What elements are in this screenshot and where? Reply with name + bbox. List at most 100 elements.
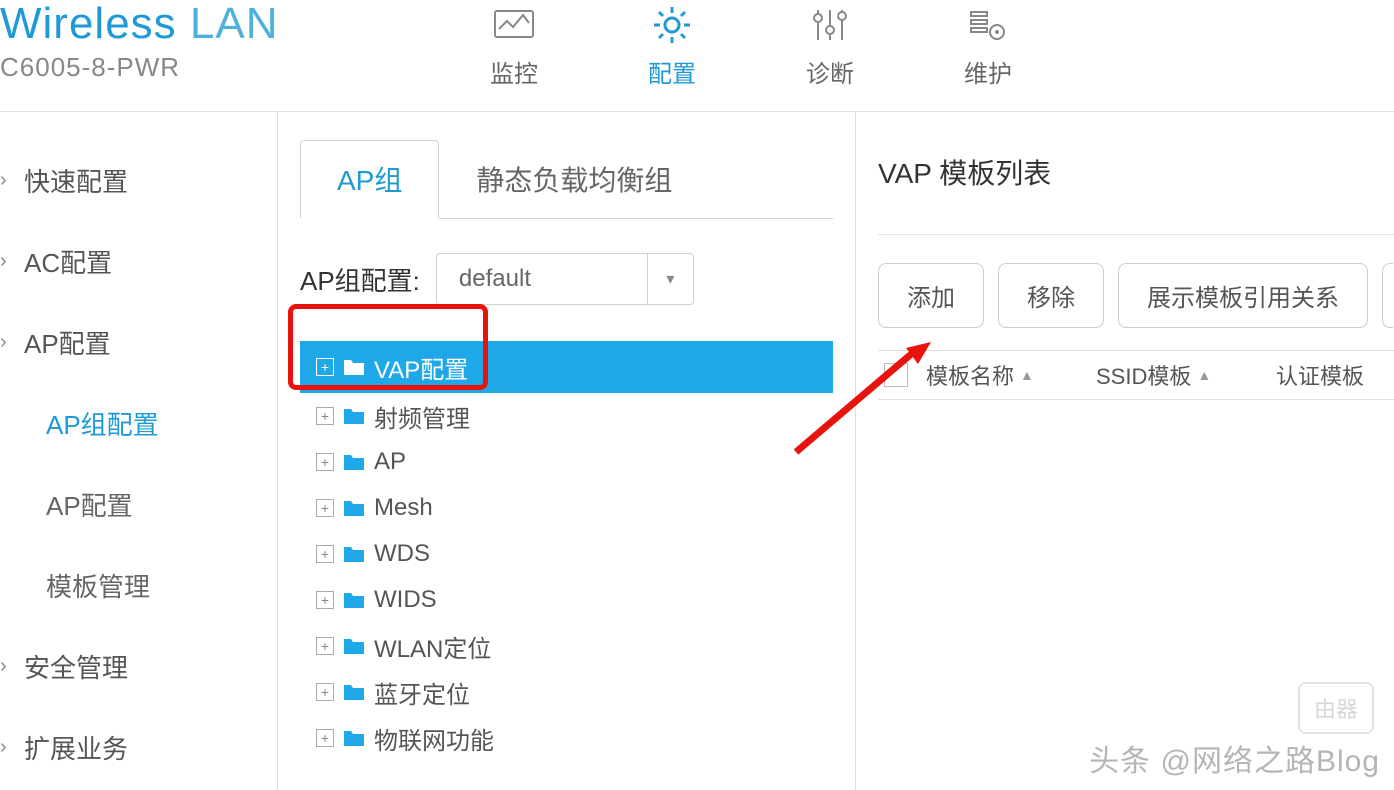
tree-label: VAP配置 bbox=[374, 350, 468, 385]
expand-icon[interactable]: + bbox=[316, 683, 334, 701]
col-template-name[interactable]: 模板名称▲ bbox=[918, 359, 1088, 391]
nav-maintain-label: 维护 bbox=[964, 54, 1012, 89]
expand-icon[interactable]: + bbox=[316, 499, 334, 517]
expand-icon[interactable]: + bbox=[316, 407, 334, 425]
tree-item-radio-mgmt[interactable]: + 射频管理 bbox=[300, 393, 833, 439]
tab-ap-group[interactable]: AP组 bbox=[300, 140, 439, 219]
tree-item-iot[interactable]: + 物联网功能 bbox=[300, 715, 833, 761]
sidebar-item-ac-config[interactable]: › AC配置 bbox=[0, 221, 277, 302]
right-panel: VAP 模板列表 添加 移除 展示模板引用关系 模板名称▲ SSID模板 ▲ 认证… bbox=[856, 112, 1394, 790]
tree-label: WLAN定位 bbox=[374, 629, 491, 664]
tree-item-wlan-locate[interactable]: + WLAN定位 bbox=[300, 623, 833, 669]
gear-icon bbox=[651, 6, 693, 44]
chevron-right-icon: › bbox=[0, 331, 18, 354]
tree-item-wds[interactable]: + WDS bbox=[300, 531, 833, 577]
tree-label: Mesh bbox=[374, 494, 433, 522]
sidebar-item-security[interactable]: › 安全管理 bbox=[0, 626, 277, 707]
vap-template-list-title: VAP 模板列表 bbox=[878, 152, 1394, 192]
config-tree: + VAP配置 + 射频管理 + AP + Mesh bbox=[300, 341, 833, 761]
divider bbox=[878, 234, 1394, 235]
sidebar-item-ap-config[interactable]: › AP配置 bbox=[0, 302, 277, 383]
sidebar: ›快速配置 ›AC配置 ›AP配置 AP组配置 AP配置 模板管理 ›安全管理 … bbox=[0, 112, 278, 790]
brand-model: C6005-8-PWR bbox=[0, 52, 280, 83]
folder-icon bbox=[342, 357, 366, 377]
expand-icon[interactable]: + bbox=[316, 545, 334, 563]
header: Wireless LAN C6005-8-PWR 监控 配置 诊断 bbox=[0, 0, 1394, 112]
ap-group-config-row: AP组配置: default ▾ bbox=[300, 253, 833, 305]
expand-icon[interactable]: + bbox=[316, 729, 334, 747]
sidebar-sub-template-mgmt[interactable]: 模板管理 bbox=[0, 545, 277, 626]
col-label: 认证模板 bbox=[1276, 359, 1364, 391]
tree-item-vap-config[interactable]: + VAP配置 bbox=[300, 341, 833, 393]
tree-label: 物联网功能 bbox=[374, 721, 494, 756]
maintain-icon bbox=[967, 6, 1009, 44]
sidebar-sub-label: 模板管理 bbox=[46, 572, 150, 602]
chevron-right-icon: › bbox=[0, 655, 18, 678]
tree-label: 射频管理 bbox=[374, 399, 470, 434]
brand-word-wireless: Wireless bbox=[0, 0, 177, 48]
sidebar-sub-label: AP组配置 bbox=[46, 410, 159, 440]
nav-monitor-label: 监控 bbox=[490, 54, 538, 89]
remove-button[interactable]: 移除 bbox=[998, 263, 1104, 328]
tabs: AP组 静态负载均衡组 bbox=[300, 140, 833, 219]
tree-item-bt-locate[interactable]: + 蓝牙定位 bbox=[300, 669, 833, 715]
top-nav: 监控 配置 诊断 维护 bbox=[490, 0, 1012, 89]
tab-label: AP组 bbox=[337, 165, 402, 196]
button-label: 添加 bbox=[907, 285, 955, 312]
nav-diagnose-label: 诊断 bbox=[806, 54, 854, 89]
sidebar-sub-ap-config[interactable]: AP配置 bbox=[0, 464, 277, 545]
add-button[interactable]: 添加 bbox=[878, 263, 984, 328]
ap-group-config-label: AP组配置: bbox=[300, 261, 420, 298]
expand-icon[interactable]: + bbox=[316, 453, 334, 471]
folder-icon bbox=[342, 452, 366, 472]
button-label: 展示模板引用关系 bbox=[1147, 285, 1339, 312]
col-auth-template[interactable]: 认证模板 bbox=[1268, 359, 1364, 391]
sidebar-label: AC配置 bbox=[24, 243, 112, 280]
show-relation-button[interactable]: 展示模板引用关系 bbox=[1118, 263, 1368, 328]
expand-icon[interactable]: + bbox=[316, 358, 334, 376]
nav-diagnose[interactable]: 诊断 bbox=[806, 6, 854, 89]
folder-icon bbox=[342, 728, 366, 748]
col-label: SSID模板 bbox=[1096, 359, 1191, 391]
sidebar-label: AP配置 bbox=[24, 324, 111, 361]
expand-icon[interactable]: + bbox=[316, 637, 334, 655]
sidebar-label: 扩展业务 bbox=[24, 729, 128, 766]
col-ssid-template[interactable]: SSID模板 ▲ bbox=[1088, 359, 1268, 391]
ap-group-select[interactable]: default ▾ bbox=[436, 253, 694, 305]
button-label: 移除 bbox=[1027, 285, 1075, 312]
chevron-right-icon: › bbox=[0, 169, 18, 192]
tab-label: 静态负载均衡组 bbox=[476, 165, 672, 196]
tree-item-wids[interactable]: + WIDS bbox=[300, 577, 833, 623]
sidebar-label: 快速配置 bbox=[24, 162, 128, 199]
nav-maintain[interactable]: 维护 bbox=[964, 6, 1012, 89]
sliders-icon bbox=[809, 6, 851, 44]
sidebar-sub-ap-group-config[interactable]: AP组配置 bbox=[0, 383, 277, 464]
sidebar-item-extend[interactable]: › 扩展业务 bbox=[0, 707, 277, 788]
sidebar-sub-label: AP配置 bbox=[46, 491, 133, 521]
select-all-checkbox[interactable] bbox=[884, 363, 908, 387]
folder-icon bbox=[342, 590, 366, 610]
nav-config[interactable]: 配置 bbox=[648, 6, 696, 89]
sidebar-label: 安全管理 bbox=[24, 648, 128, 685]
tree-label: WIDS bbox=[374, 586, 437, 614]
folder-icon bbox=[342, 544, 366, 564]
expand-icon[interactable]: + bbox=[316, 591, 334, 609]
nav-monitor[interactable]: 监控 bbox=[490, 6, 538, 89]
sort-icon: ▲ bbox=[1197, 367, 1211, 383]
tree-item-ap[interactable]: + AP bbox=[300, 439, 833, 485]
tree-item-mesh[interactable]: + Mesh bbox=[300, 485, 833, 531]
button-cutoff[interactable] bbox=[1382, 263, 1393, 328]
button-row: 添加 移除 展示模板引用关系 bbox=[878, 263, 1394, 328]
tab-static-lb-group[interactable]: 静态负载均衡组 bbox=[439, 140, 709, 219]
nav-config-label: 配置 bbox=[648, 54, 696, 89]
chevron-right-icon: › bbox=[0, 250, 18, 273]
folder-icon bbox=[342, 498, 366, 518]
chevron-right-icon: › bbox=[0, 736, 18, 759]
mid-panel: AP组 静态负载均衡组 AP组配置: default ▾ + VAP配置 + bbox=[278, 112, 856, 790]
tree-label: AP bbox=[374, 448, 406, 476]
brand-word-lan: LAN bbox=[190, 0, 279, 48]
tree-label: 蓝牙定位 bbox=[374, 675, 470, 710]
sidebar-item-quick-config[interactable]: › 快速配置 bbox=[0, 140, 277, 221]
brand-block: Wireless LAN C6005-8-PWR bbox=[0, 0, 280, 83]
folder-icon bbox=[342, 636, 366, 656]
